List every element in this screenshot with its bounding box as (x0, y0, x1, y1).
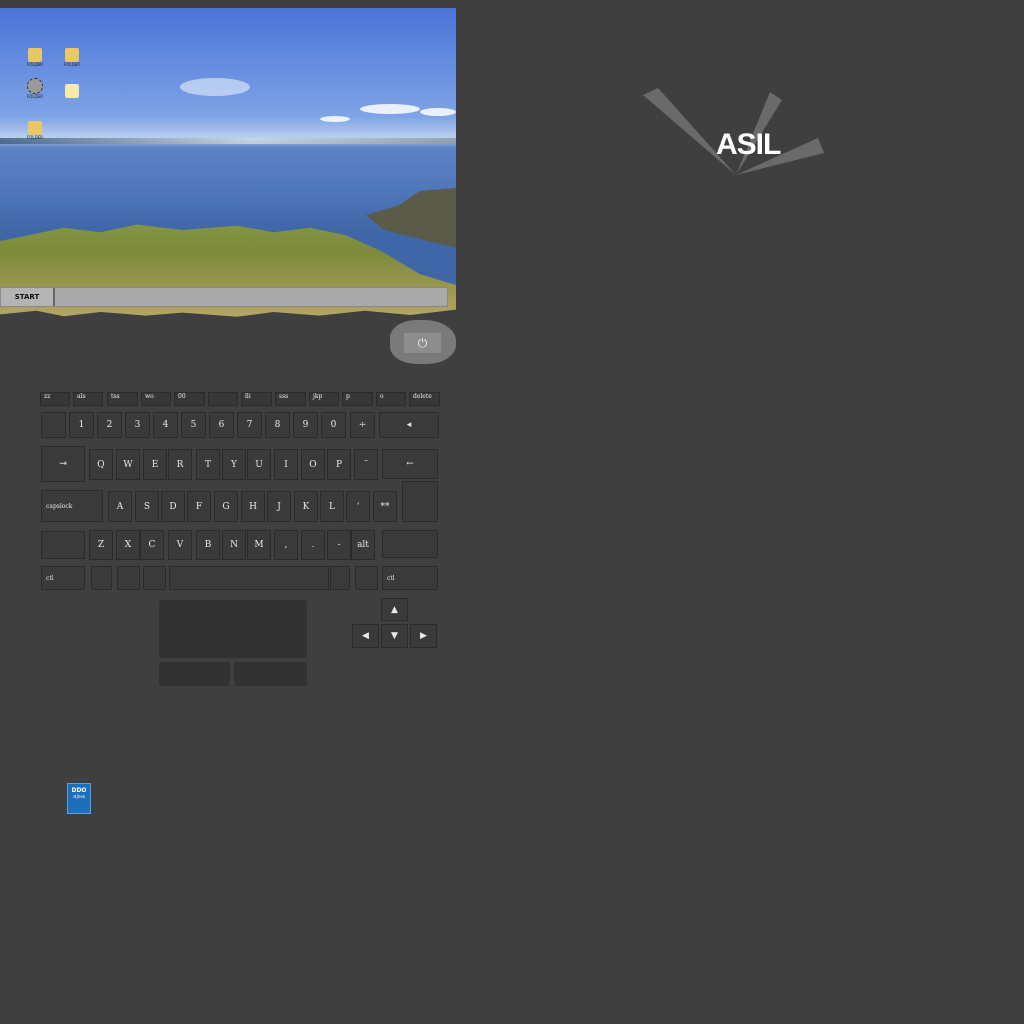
tab-key[interactable]: ⇥ (41, 446, 85, 482)
letter-key[interactable]: X (116, 530, 140, 560)
number-key[interactable]: 9 (293, 412, 318, 438)
space-key[interactable] (169, 566, 329, 590)
number-key[interactable] (41, 412, 66, 438)
function-key[interactable]: wo (141, 392, 171, 406)
enter-key[interactable] (402, 481, 438, 522)
letter-key[interactable]: V (168, 530, 192, 560)
letter-key[interactable]: ‘ (346, 491, 370, 522)
letter-key[interactable]: R (168, 449, 192, 480)
letter-key[interactable]: , (274, 530, 298, 560)
touchpad[interactable] (159, 600, 307, 658)
function-key[interactable]: delete (409, 392, 440, 406)
function-key[interactable] (208, 392, 238, 406)
letter-key[interactable]: G (214, 491, 238, 522)
logo-text: ASIL (716, 128, 781, 161)
desktop-screen: FOLDER FOLDER FOLDER FOLDER START (0, 8, 456, 318)
letter-key[interactable]: J (267, 491, 291, 522)
number-key[interactable]: 0 (321, 412, 346, 438)
letter-key[interactable]: N (222, 530, 246, 560)
letter-key[interactable]: U (247, 449, 271, 480)
letter-key[interactable]: E (143, 449, 167, 480)
letter-key[interactable]: K (294, 491, 318, 522)
doc-icon-line2: stjhek (72, 793, 86, 799)
letter-key[interactable]: C (140, 530, 164, 560)
letter-key[interactable]: . (301, 530, 325, 560)
letter-key[interactable]: O (301, 449, 325, 480)
document-icon[interactable] (62, 84, 82, 108)
folder-icon[interactable]: FOLDER (25, 48, 45, 72)
letter-key[interactable]: W (116, 449, 140, 480)
folder-icon[interactable]: FOLDER (25, 121, 45, 145)
function-key[interactable]: jkp (309, 392, 339, 406)
folder-icon[interactable]: FOLDER (62, 48, 82, 72)
letter-key[interactable]: D (161, 491, 185, 522)
arrow-up-key[interactable]: ▲ (381, 598, 408, 621)
shift-left-key[interactable] (41, 531, 85, 559)
letter-key[interactable]: A (108, 491, 132, 522)
number-key[interactable]: ◂ (379, 412, 439, 438)
letter-key[interactable]: Z (89, 530, 113, 560)
touchpad-left-button[interactable] (159, 662, 230, 686)
function-key[interactable]: als (73, 392, 103, 406)
function-key[interactable]: 00 (174, 392, 205, 406)
touchpad-right-button[interactable] (234, 662, 307, 686)
letter-key[interactable]: T (196, 449, 220, 480)
desktop-icon-label: FOLDER (26, 135, 44, 140)
number-key[interactable]: 3 (125, 412, 150, 438)
function-key[interactable]: zz (40, 392, 70, 406)
letter-key[interactable]: ¨ (354, 449, 378, 480)
altgr-key[interactable] (355, 566, 378, 590)
capslock-key[interactable]: capslock (41, 490, 103, 522)
alt-left-key[interactable] (143, 566, 166, 590)
desktop-icon-label: FOLDER (26, 62, 44, 67)
number-key[interactable]: 6 (209, 412, 234, 438)
function-key[interactable]: p (342, 392, 373, 406)
number-key[interactable]: 8 (265, 412, 290, 438)
desktop-icon-label: FOLDER (63, 62, 81, 67)
desktop-icon-label: FOLDER (26, 94, 44, 99)
number-key[interactable]: 1 (69, 412, 94, 438)
power-icon[interactable]: ⏻ (404, 333, 441, 353)
number-key[interactable]: 7 (237, 412, 262, 438)
arrow-left-key[interactable]: ◀ (352, 624, 379, 648)
letter-key[interactable]: M (247, 530, 271, 560)
ddo-document-icon[interactable]: DDO stjhek (67, 783, 91, 814)
function-key[interactable]: o (376, 392, 406, 406)
letter-key[interactable]: B (196, 530, 220, 560)
ctrl-right-key[interactable]: ctl (382, 566, 438, 590)
taskbar: START (0, 287, 448, 307)
number-key[interactable]: 4 (153, 412, 178, 438)
arrow-right-key[interactable]: ▶ (410, 624, 437, 648)
function-key[interactable]: lli (241, 392, 272, 406)
disk-icon[interactable]: FOLDER (25, 78, 45, 102)
menu-key[interactable] (330, 566, 350, 590)
number-key[interactable]: 5 (181, 412, 206, 438)
backspace-key[interactable]: ← (382, 449, 438, 479)
function-key[interactable]: sss (275, 392, 306, 406)
letter-key[interactable]: Y (222, 449, 246, 480)
letter-key[interactable]: H (241, 491, 265, 522)
number-key[interactable]: ÷ (350, 412, 375, 438)
windows-key[interactable] (91, 566, 112, 590)
letter-key[interactable]: L (320, 491, 344, 522)
start-button[interactable]: START (1, 288, 55, 306)
shift-right-key[interactable] (382, 530, 438, 558)
letter-key[interactable]: S (135, 491, 159, 522)
ctrl-left-key[interactable]: ctl (41, 566, 85, 590)
letter-key[interactable]: I (274, 449, 298, 480)
fn-key[interactable] (117, 566, 140, 590)
number-key[interactable]: 2 (97, 412, 122, 438)
letter-key[interactable]: Q (89, 449, 113, 480)
arrow-down-key[interactable]: ▼ (381, 624, 408, 648)
letter-key[interactable]: P (327, 449, 351, 480)
letter-key[interactable]: ** (373, 491, 397, 522)
letter-key[interactable]: F (187, 491, 211, 522)
letter-key[interactable]: - (327, 530, 351, 560)
letter-key[interactable]: alt (351, 530, 375, 560)
function-key[interactable]: tss (107, 392, 138, 406)
